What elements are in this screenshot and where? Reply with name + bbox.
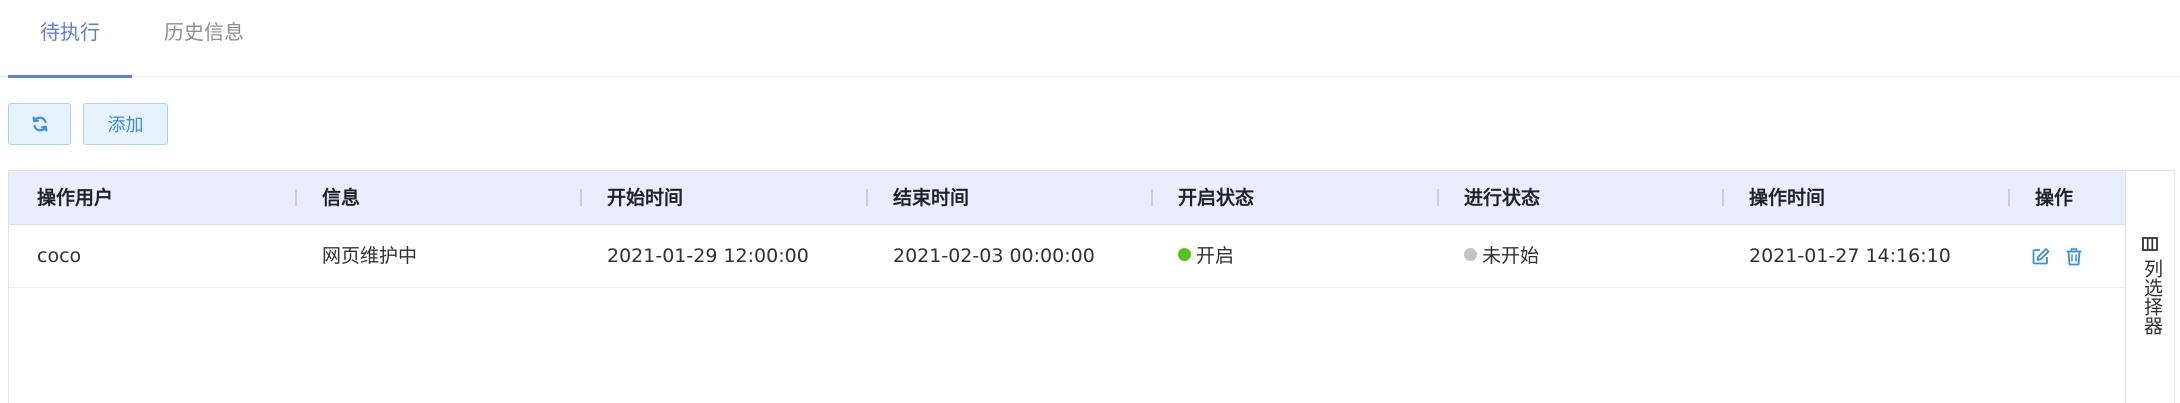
edit-icon[interactable] (2031, 247, 2050, 266)
column-resize-handle[interactable] (1722, 189, 1724, 206)
tab-history[interactable]: 历史信息 (146, 0, 262, 77)
column-header-end-time[interactable]: 结束时间 (893, 171, 969, 225)
column-selector-button[interactable]: 列选择器 (2125, 170, 2175, 403)
column-header-user[interactable]: 操作用户 (37, 171, 113, 225)
column-resize-handle[interactable] (1151, 189, 1153, 206)
column-resize-handle[interactable] (866, 189, 868, 206)
column-header-info[interactable]: 信息 (322, 171, 360, 225)
cell-user: coco (37, 245, 82, 267)
column-resize-handle[interactable] (295, 189, 297, 206)
delete-icon[interactable] (2065, 247, 2083, 266)
status-idle-dot (1464, 248, 1477, 261)
column-selector-label: 列选择器 (2141, 259, 2163, 335)
column-header-progress-status[interactable]: 进行状态 (1464, 171, 1540, 225)
column-header-actions: 操作 (2035, 187, 2074, 209)
cell-enable-status: 开启 (1178, 225, 1234, 288)
column-header-operate-time[interactable]: 操作时间 (1749, 171, 1825, 225)
cell-info: 网页维护中 (322, 245, 418, 267)
refresh-icon (32, 116, 47, 132)
cell-start-time: 2021-01-29 12:00:00 (607, 245, 809, 267)
cell-end-time: 2021-02-03 00:00:00 (893, 245, 1095, 267)
column-resize-handle[interactable] (580, 189, 582, 206)
status-on-dot (1178, 248, 1191, 261)
column-header-enable-status[interactable]: 开启状态 (1178, 171, 1254, 225)
enable-status-label: 开启 (1196, 245, 1235, 267)
column-resize-handle[interactable] (2008, 189, 2010, 206)
cell-progress-status: 未开始 (1464, 225, 1539, 288)
add-button[interactable]: 添加 (83, 103, 168, 145)
column-resize-handle[interactable] (1437, 189, 1439, 206)
data-table: 操作用户 信息 开始时间 结束时间 开启状态 进行状态 操作时间 操作 coco… (8, 170, 2126, 403)
column-header-start-time[interactable]: 开始时间 (607, 171, 683, 225)
tab-pending[interactable]: 待执行 (8, 0, 132, 78)
tab-bar: 待执行 历史信息 (0, 0, 2180, 78)
columns-icon (2142, 237, 2158, 251)
table-row[interactable]: coco 网页维护中 2021-01-29 12:00:00 2021-02-0… (9, 225, 2126, 288)
table-header: 操作用户 信息 开始时间 结束时间 开启状态 进行状态 操作时间 操作 (9, 171, 2126, 225)
progress-status-label: 未开始 (1482, 245, 1540, 267)
cell-operate-time: 2021-01-27 14:16:10 (1749, 245, 1951, 267)
refresh-button[interactable] (8, 103, 71, 145)
